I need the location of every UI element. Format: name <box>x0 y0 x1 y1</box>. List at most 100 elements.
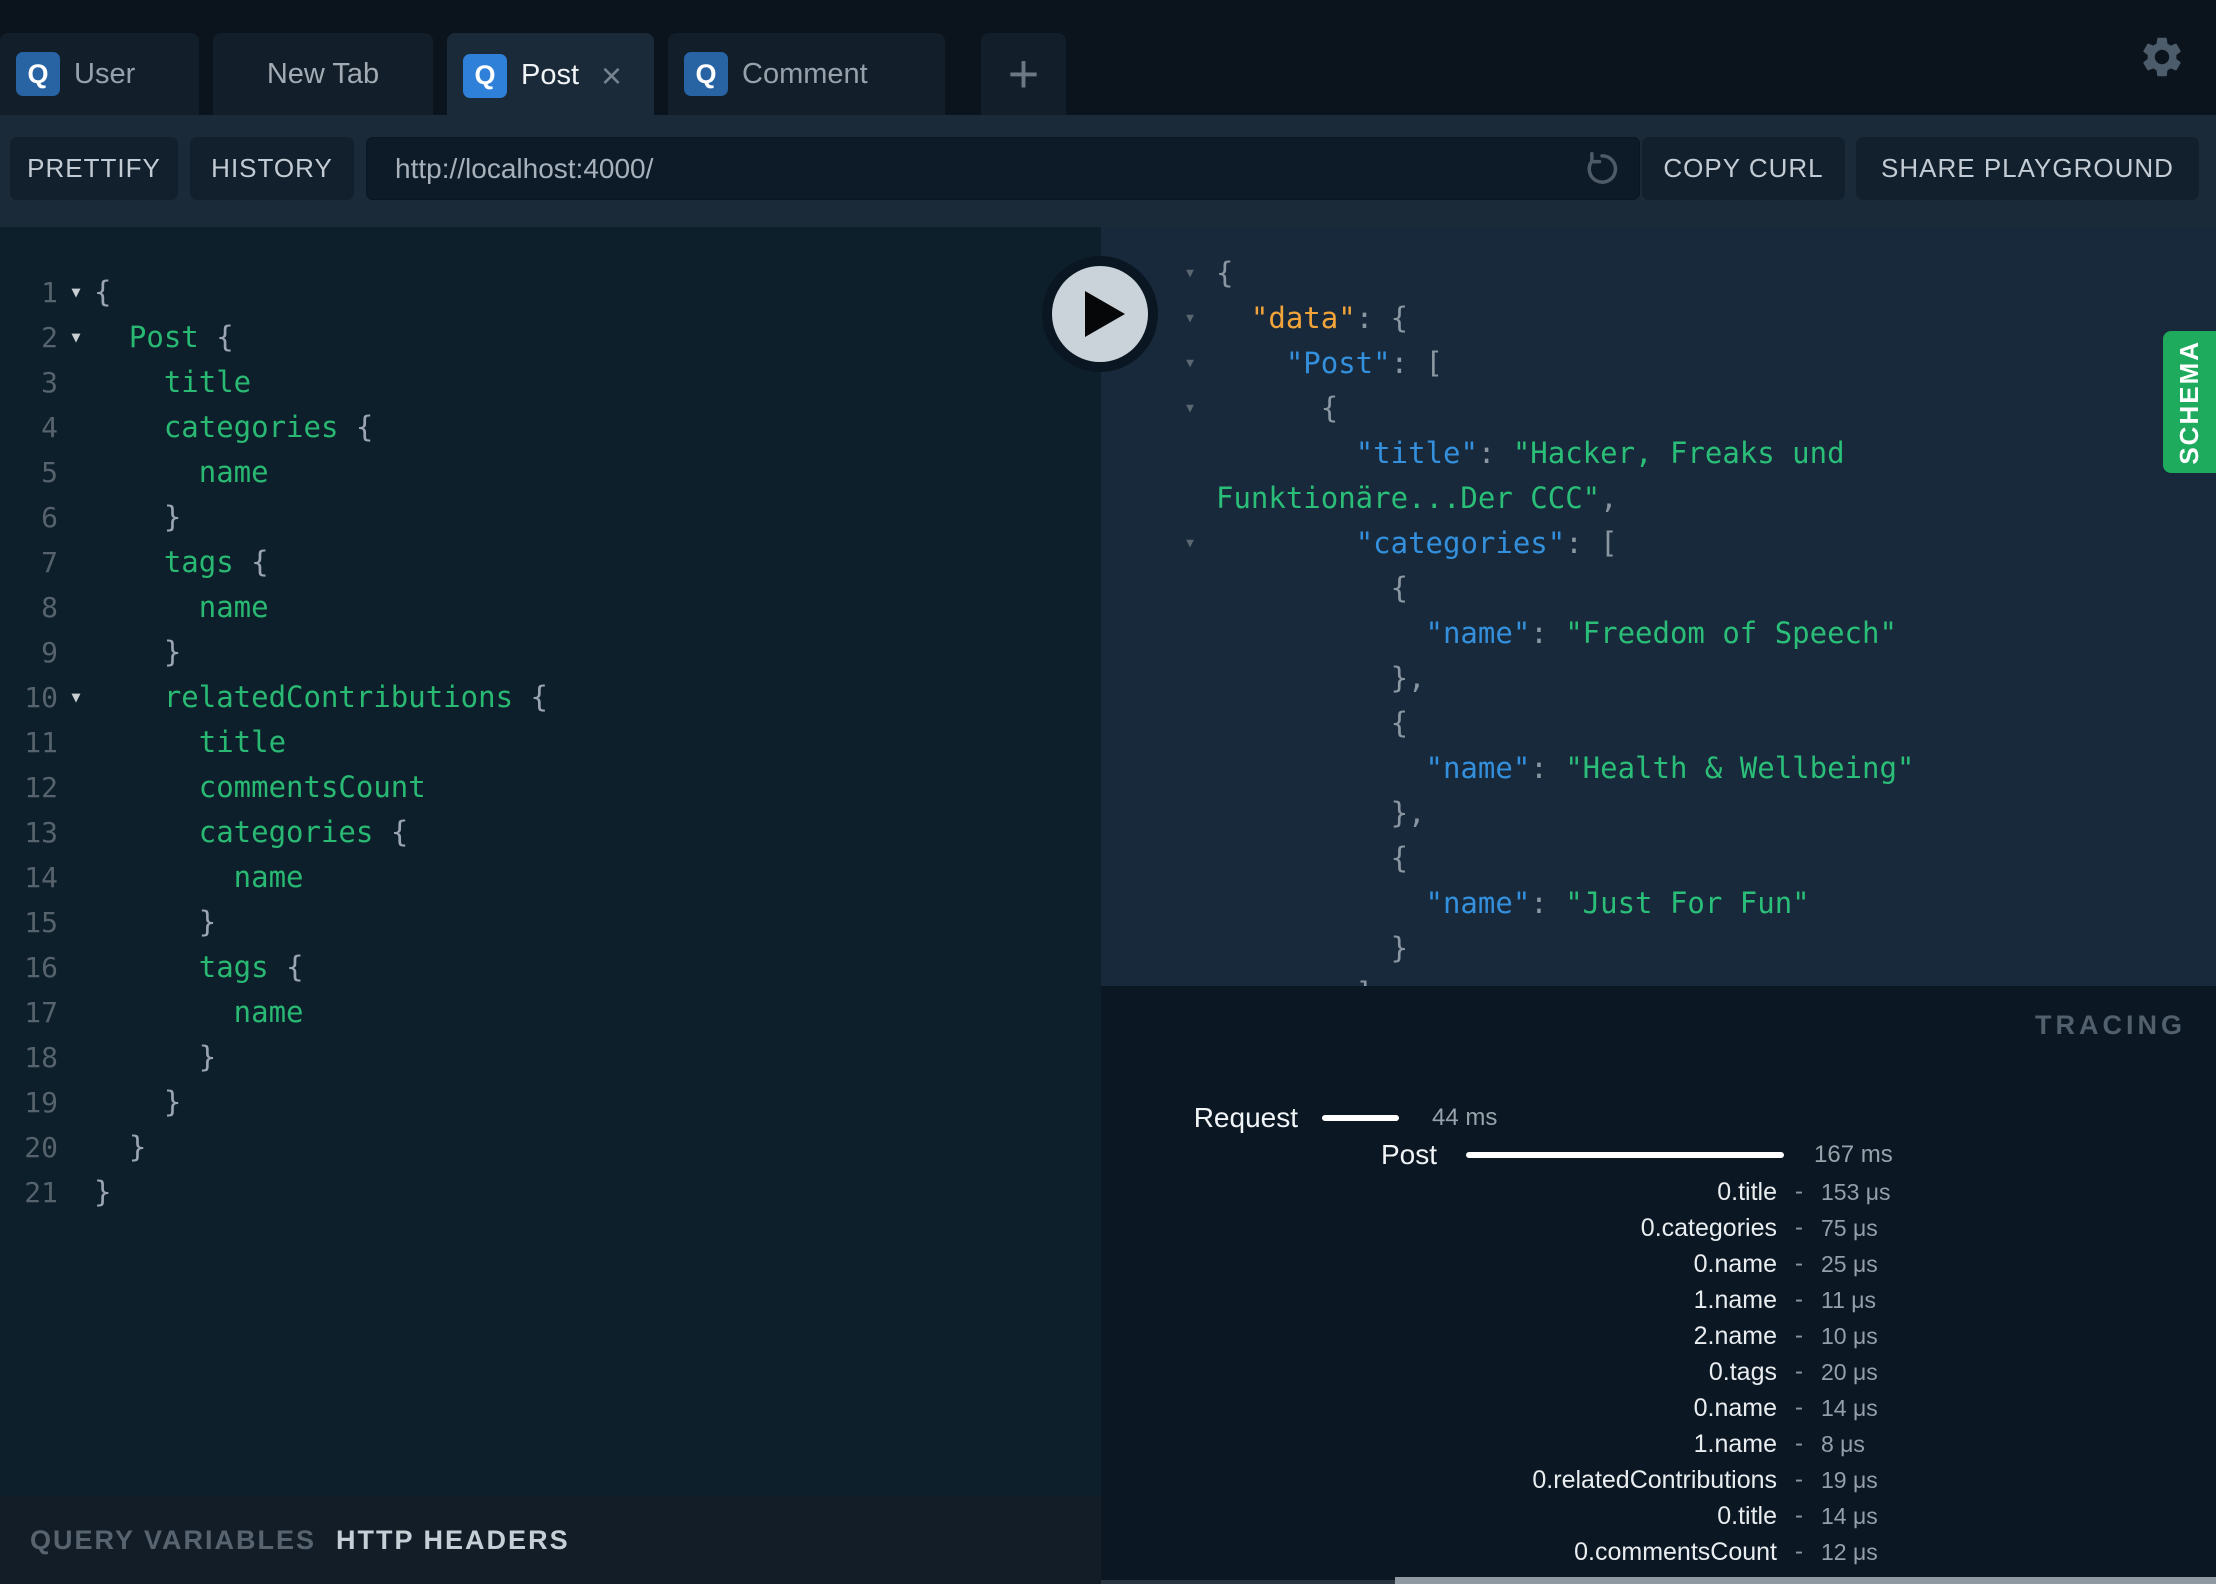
editor-line[interactable]: 21} <box>0 1170 1101 1215</box>
code-token: name <box>94 455 269 489</box>
copy-curl-button[interactable]: COPY CURL <box>1642 137 1845 200</box>
line-number: 8 <box>41 591 58 624</box>
endpoint-url-input[interactable] <box>367 138 1639 199</box>
code-token: { <box>233 545 269 579</box>
editor-footer-bar: QUERY VARIABLES HTTP HEADERS <box>0 1496 1101 1584</box>
tracing-title: TRACING <box>2035 1010 2186 1040</box>
prettify-button[interactable]: PRETTIFY <box>10 137 178 200</box>
editor-line[interactable]: 8 name <box>0 585 1101 630</box>
fold-arrow-icon[interactable]: ▼ <box>58 315 94 360</box>
trace-resolver-label: 1.name <box>1693 1429 1777 1458</box>
line-number: 2 <box>41 321 58 354</box>
query-editor[interactable]: 1 ▼{2 ▼ Post {3 title 4 categories {5 name 6… <box>0 227 1101 1496</box>
editor-line[interactable]: 13 categories { <box>0 810 1101 855</box>
line-number: 13 <box>24 816 58 849</box>
line-number: 10 <box>24 681 58 714</box>
response-line: ▼{ <box>1101 251 2216 296</box>
code-token: { <box>94 275 112 309</box>
code-text: Post { <box>94 315 234 360</box>
trace-duration: 8 μs <box>1821 1430 1865 1457</box>
editor-line[interactable]: 9 } <box>0 630 1101 675</box>
code-text: categories { <box>94 405 374 450</box>
tab-bar: Q User New Tab Q Post × Q Comment + <box>0 0 2216 118</box>
settings-gear-icon[interactable] <box>2138 33 2186 81</box>
line-number: 18 <box>24 1041 58 1074</box>
code-token: } <box>94 1130 147 1164</box>
fold-arrow-icon[interactable]: ▼ <box>1175 521 1205 566</box>
http-headers-tab[interactable]: HTTP HEADERS <box>336 1525 570 1556</box>
tab-post[interactable]: Q Post × <box>447 33 654 118</box>
code-text: } <box>94 1035 216 1080</box>
add-tab-button[interactable]: + <box>981 33 1066 115</box>
code-text: name <box>94 990 304 1035</box>
editor-line[interactable]: 12 commentsCount <box>0 765 1101 810</box>
fold-arrow-icon[interactable]: ▼ <box>1175 251 1205 296</box>
editor-line[interactable]: 7 tags { <box>0 540 1101 585</box>
editor-line[interactable]: 5 name <box>0 450 1101 495</box>
trace-dash: - <box>1795 1358 1803 1385</box>
editor-line[interactable]: 6 } <box>0 495 1101 540</box>
trace-row: 0.tags -20 μs <box>1101 1354 2216 1390</box>
trace-row: 0.name -14 μs <box>1101 1390 2216 1426</box>
code-token: }, <box>1216 661 1426 695</box>
code-token: tags <box>94 950 269 984</box>
editor-line[interactable]: 3 title <box>0 360 1101 405</box>
editor-line[interactable]: 16 tags { <box>0 945 1101 990</box>
code-text: } <box>94 900 216 945</box>
line-number: 4 <box>41 411 58 444</box>
tracing-rows: 0.title -153 μs 0.categories -75 μs 0.name -2… <box>1101 1174 2216 1584</box>
editor-line[interactable]: 1 ▼{ <box>0 270 1101 315</box>
editor-line[interactable]: 18 } <box>0 1035 1101 1080</box>
close-icon[interactable]: × <box>601 57 622 94</box>
query-variables-tab[interactable]: QUERY VARIABLES <box>30 1525 316 1556</box>
trace-span-bar <box>1466 1152 1784 1158</box>
editor-line[interactable]: 4 categories { <box>0 405 1101 450</box>
trace-dash: - <box>1795 1430 1803 1457</box>
editor-line[interactable]: 20 } <box>0 1125 1101 1170</box>
fold-arrow-icon[interactable]: ▼ <box>58 270 94 315</box>
code-text: tags { <box>94 945 304 990</box>
editor-line[interactable]: 19 } <box>0 1080 1101 1125</box>
code-token: } <box>94 500 182 534</box>
tab-label: New Tab <box>266 57 380 90</box>
trace-resolver-label: 0.title <box>1717 1501 1777 1530</box>
tracing-hscrollbar-thumb[interactable] <box>1395 1577 2216 1584</box>
fold-arrow-icon[interactable]: ▼ <box>58 675 94 720</box>
fold-arrow-icon[interactable]: ▼ <box>1175 296 1205 341</box>
code-token: { <box>268 950 304 984</box>
tab-label: Post <box>521 59 580 91</box>
reload-schema-icon[interactable] <box>1581 148 1623 190</box>
fold-arrow-icon[interactable]: ▼ <box>1175 341 1205 386</box>
tab-new-tab[interactable]: New Tab <box>213 33 433 115</box>
code-text: { <box>94 270 111 315</box>
response-line: ▼ { <box>1101 386 2216 431</box>
schema-sidebar-tab[interactable]: SCHEMA <box>2163 331 2216 473</box>
code-token: : <box>1477 436 1513 470</box>
trace-duration: 11 μs <box>1821 1286 1877 1313</box>
fold-arrow-icon[interactable]: ▼ <box>1175 386 1205 431</box>
share-playground-button[interactable]: SHARE PLAYGROUND <box>1856 137 2199 200</box>
play-icon <box>1052 266 1148 362</box>
editor-line[interactable]: 11 title <box>0 720 1101 765</box>
execute-query-button[interactable] <box>1042 256 1158 372</box>
response-line: ▼ "Post": [ <box>1101 341 2216 386</box>
trace-dash: - <box>1795 1466 1803 1493</box>
editor-line[interactable]: 2 ▼ Post { <box>0 315 1101 360</box>
code-token: } <box>94 905 217 939</box>
editor-line[interactable]: 10 ▼ relatedContributions { <box>0 675 1101 720</box>
trace-span-bar <box>1322 1115 1399 1121</box>
query-badge: Q <box>16 52 60 96</box>
line-number: 5 <box>41 456 58 489</box>
editor-line[interactable]: 15 } <box>0 900 1101 945</box>
history-button[interactable]: HISTORY <box>190 137 354 200</box>
editor-line[interactable]: 17 name <box>0 990 1101 1035</box>
editor-line[interactable]: 14 name <box>0 855 1101 900</box>
tab-comment[interactable]: Q Comment <box>668 33 945 115</box>
tab-user[interactable]: Q User <box>0 33 199 115</box>
response-line: } <box>1101 926 2216 971</box>
trace-duration: 20 μs <box>1821 1358 1878 1385</box>
